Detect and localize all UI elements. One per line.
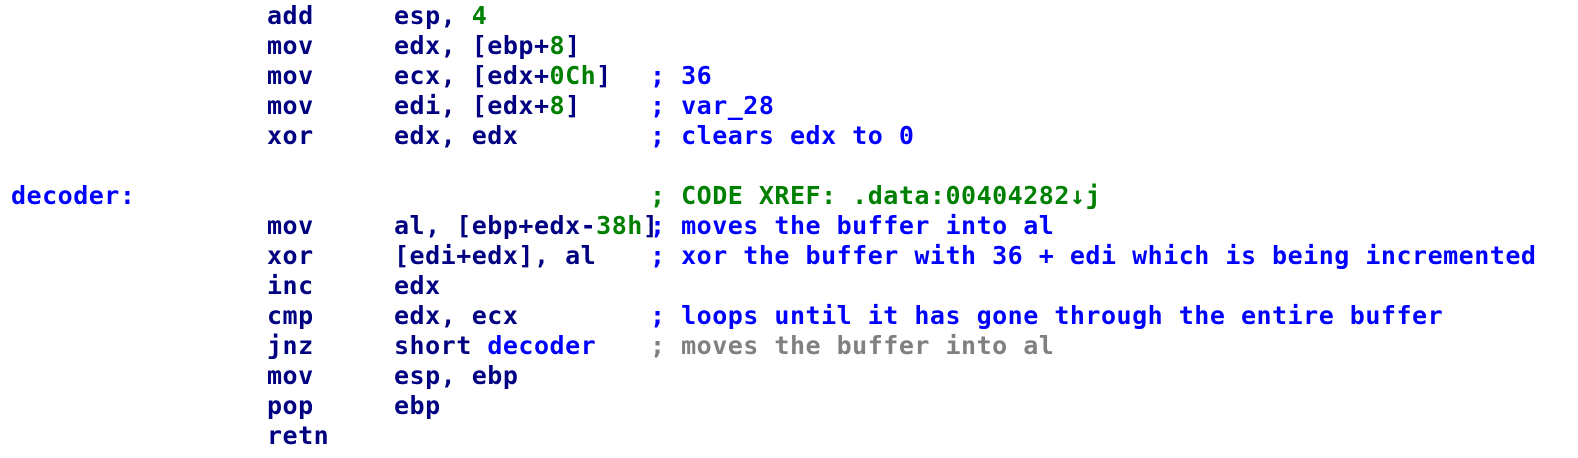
instruction-mnemonic[interactable]: retn	[267, 421, 329, 451]
down-arrow-icon: ↓	[1069, 181, 1086, 210]
operand-text: edi, [edx+	[394, 91, 550, 120]
instruction-line[interactable]: cmp edx, ecx ; loops until it has gone thr…	[0, 301, 1578, 331]
operand-text: edx, ecx	[394, 301, 519, 330]
instruction-line[interactable]: mov edi, [edx+8] ; var_28	[0, 91, 1578, 121]
instruction-mnemonic[interactable]: mov	[267, 211, 314, 241]
comment: ; xor the buffer with 36 + edi which is …	[650, 241, 1536, 271]
instruction-operands[interactable]: edx, edx	[394, 121, 518, 151]
instruction-line[interactable]: xor [edi+edx], al ; xor the buffer with 36…	[0, 241, 1578, 271]
comment: ; moves the buffer into al	[650, 331, 1054, 361]
comment: ; var_28	[650, 91, 774, 121]
disassembly-listing[interactable]: add esp, 4 mov edx, [ebp+8] mov ecx, [edx+0Ch…	[0, 1, 1578, 451]
instruction-mnemonic[interactable]: xor	[267, 241, 314, 271]
operand-text: ]	[596, 61, 612, 90]
code-label-line[interactable]: decoder: ; CODE XREF: .data:00404282↓j	[0, 181, 1578, 211]
comment: ; 36	[650, 61, 712, 91]
instruction-operands[interactable]: [edi+edx], al	[394, 241, 596, 271]
code-label[interactable]: decoder:	[11, 181, 135, 211]
instruction-mnemonic[interactable]: xor	[267, 121, 314, 151]
instruction-operands[interactable]: esp, 4	[394, 1, 487, 31]
instruction-operands[interactable]: edx, [ebp+8]	[394, 31, 581, 61]
immediate-value: 38h	[596, 211, 643, 240]
instruction-mnemonic[interactable]: add	[267, 1, 314, 31]
label-reference[interactable]: decoder	[487, 331, 596, 360]
comment-text: ; moves the buffer into al	[650, 211, 1055, 240]
instruction-operands[interactable]: esp, ebp	[394, 361, 518, 391]
instruction-operands[interactable]: al, [ebp+edx-38h]	[394, 211, 658, 241]
operand-text: ebp	[394, 391, 441, 420]
comment: ; clears edx to 0	[650, 121, 914, 151]
instruction-mnemonic[interactable]: cmp	[267, 301, 314, 331]
instruction-line[interactable]: inc edx	[0, 271, 1578, 301]
immediate-value: 4	[471, 1, 488, 30]
instruction-line[interactable]: mov ecx, [edx+0Ch] ; 36	[0, 61, 1578, 91]
comment-text: ; clears edx to 0	[650, 121, 915, 150]
operand-text: edx, edx	[394, 121, 519, 150]
instruction-line[interactable]: add esp, 4	[0, 1, 1578, 31]
instruction-operands[interactable]: edi, [edx+8]	[394, 91, 581, 121]
instruction-line[interactable]: jnz short decoder ; moves the buffer into …	[0, 331, 1578, 361]
operand-text: ecx, [edx+	[394, 61, 550, 90]
instruction-mnemonic[interactable]: mov	[267, 31, 314, 61]
operand-text: ]	[565, 31, 581, 60]
instruction-line[interactable]: pop ebp	[0, 391, 1578, 421]
xref-type: j	[1085, 181, 1102, 210]
instruction-line[interactable]: mov edx, [ebp+8]	[0, 31, 1578, 61]
immediate-value: 0Ch	[549, 61, 597, 90]
immediate-value: 8	[549, 31, 566, 60]
operand-text: edx, [ebp+	[394, 31, 550, 60]
operand-text: al, [ebp+edx-	[394, 211, 597, 240]
comment-text: ; moves the buffer into al	[650, 331, 1055, 360]
xref-comment[interactable]: ; CODE XREF: .data:00404282↓j	[650, 181, 1101, 211]
instruction-mnemonic[interactable]: pop	[267, 391, 314, 421]
comment-text: ; xor the buffer with 36 + edi which is …	[650, 241, 1537, 270]
instruction-line[interactable]: mov esp, ebp	[0, 361, 1578, 391]
comment-text: ; 36	[650, 61, 713, 90]
operand-text: edx	[394, 271, 441, 300]
operand-text: esp, ebp	[394, 361, 519, 390]
instruction-line[interactable]: mov al, [ebp+edx-38h]; moves the buffer i…	[0, 211, 1578, 241]
instruction-operands[interactable]: ecx, [edx+0Ch]	[394, 61, 612, 91]
comment: ; moves the buffer into al	[650, 211, 1054, 241]
operand-text: ]	[565, 91, 581, 120]
instruction-mnemonic[interactable]: mov	[267, 361, 314, 391]
instruction-line[interactable]: xor edx, edx ; clears edx to 0	[0, 121, 1578, 151]
instruction-mnemonic[interactable]: mov	[267, 91, 314, 121]
instruction-mnemonic[interactable]: mov	[267, 61, 314, 91]
operand-text: [edi+edx], al	[394, 241, 597, 270]
comment: ; loops until it has gone through the en…	[650, 301, 1443, 331]
immediate-value: 8	[549, 91, 566, 120]
instruction-line[interactable]: retn	[0, 421, 1578, 451]
instruction-operands[interactable]: edx, ecx	[394, 301, 518, 331]
operand-text: esp,	[394, 1, 472, 30]
instruction-operands[interactable]: short decoder	[394, 331, 596, 361]
instruction-operands[interactable]: ebp	[394, 391, 441, 421]
instruction-mnemonic[interactable]: jnz	[267, 331, 314, 361]
comment-text: ; var_28	[650, 91, 775, 120]
comment-text: ; CODE XREF: .data:00404282	[650, 181, 1070, 210]
instruction-operands[interactable]: edx	[394, 271, 441, 301]
comment-text: ; loops until it has gone through the en…	[650, 301, 1444, 330]
instruction-mnemonic[interactable]: inc	[267, 271, 314, 301]
operand-text: short	[394, 331, 488, 360]
